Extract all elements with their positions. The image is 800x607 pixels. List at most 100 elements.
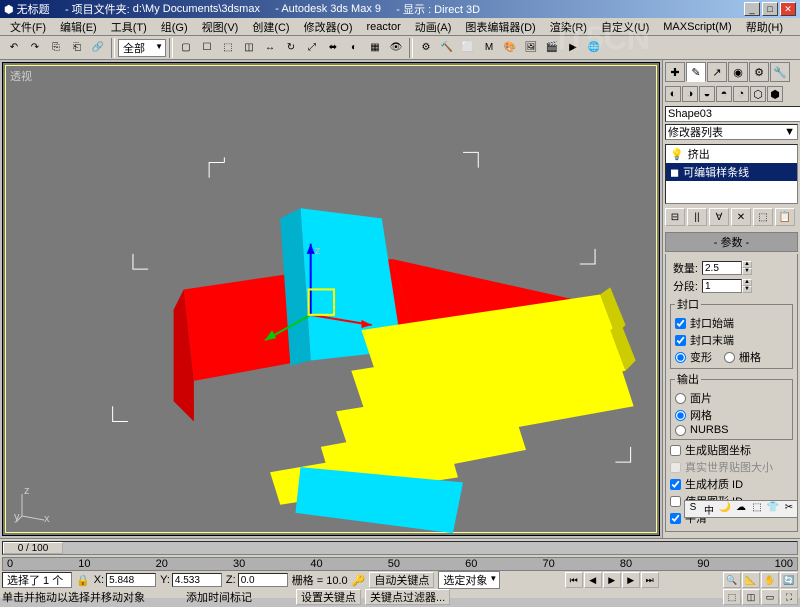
minimize-button[interactable]: _	[744, 2, 760, 16]
toolbar-button[interactable]: 🎬	[542, 38, 562, 58]
cap-end-check[interactable]	[675, 335, 686, 346]
toolbar-button[interactable]: ⬚	[218, 38, 238, 58]
toolbar-button[interactable]: 🌐	[584, 38, 604, 58]
command-subtab[interactable]: ⬡	[750, 86, 766, 102]
command-tab[interactable]: ↗	[707, 62, 727, 82]
time-slider-thumb[interactable]: 0 / 100	[3, 542, 63, 554]
menu-item[interactable]: 修改器(O)	[298, 18, 359, 36]
ime-button[interactable]: 🌙	[718, 502, 732, 516]
command-subtab[interactable]: ◐	[665, 86, 681, 102]
toolbar-button[interactable]: M	[479, 38, 499, 58]
ime-button[interactable]: ☁	[734, 502, 748, 516]
toolbar-button[interactable]: ▦	[365, 38, 385, 58]
command-tab[interactable]: ⚙	[749, 62, 769, 82]
menu-item[interactable]: 创建(C)	[246, 18, 295, 36]
toolbar-button[interactable]: ↻	[281, 38, 301, 58]
toolbar-button[interactable]: ↶	[4, 38, 24, 58]
smooth-check[interactable]	[670, 513, 681, 524]
modifier-stack-item[interactable]: ◼可编辑样条线	[666, 163, 797, 181]
lock-icon[interactable]: 🔒	[76, 574, 90, 587]
zoom-icon[interactable]: 🔍	[723, 572, 741, 588]
modifier-stack[interactable]: 💡挤出◼可编辑样条线	[665, 144, 798, 204]
viewport-scene[interactable]: z	[6, 66, 656, 543]
toolbar-button[interactable]: ◐	[344, 38, 364, 58]
menu-item[interactable]: 图表编辑器(D)	[459, 18, 541, 36]
orbit-icon[interactable]: 🔄	[780, 572, 798, 588]
prev-frame-button[interactable]: ◀	[584, 572, 602, 588]
key-filter-button[interactable]: 关键点过滤器...	[365, 589, 450, 605]
command-subtab[interactable]: ◒	[699, 86, 715, 102]
rollout-params-header[interactable]: - 参数 -	[665, 232, 798, 252]
menu-item[interactable]: 自定义(U)	[595, 18, 655, 36]
ime-button[interactable]: S	[686, 502, 700, 516]
amount-input[interactable]	[702, 261, 742, 275]
segs-spin-down[interactable]: ▼	[742, 286, 752, 293]
coord-y-input[interactable]	[172, 573, 222, 587]
toolbar-button[interactable]: ◫	[239, 38, 259, 58]
amount-spin-up[interactable]: ▲	[742, 261, 752, 268]
key-icon[interactable]: 🔑	[352, 574, 366, 587]
menu-item[interactable]: 工具(T)	[105, 18, 153, 36]
ime-button[interactable]: 👕	[766, 502, 780, 516]
command-subtab[interactable]: ◑	[682, 86, 698, 102]
menu-item[interactable]: 动画(A)	[409, 18, 458, 36]
command-tab[interactable]: 🔧	[770, 62, 790, 82]
viewport-perspective[interactable]: 透视	[2, 62, 660, 536]
maximize-button[interactable]: □	[762, 2, 778, 16]
stack-tool-button[interactable]: ⊟	[665, 208, 685, 226]
key-target-dropdown[interactable]: 选定对象	[438, 571, 500, 589]
stack-tool-button[interactable]: 📋	[775, 208, 795, 226]
menu-item[interactable]: 编辑(E)	[54, 18, 103, 36]
ime-button[interactable]: 中	[702, 502, 716, 516]
menu-item[interactable]: 视图(V)	[196, 18, 245, 36]
time-slider[interactable]: 0 / 100	[2, 541, 798, 555]
cap-start-check[interactable]	[675, 318, 686, 329]
time-ruler[interactable]: 0102030405060708090100	[2, 557, 798, 571]
gen-map-check[interactable]	[670, 445, 681, 456]
toolbar-button[interactable]: 👁	[386, 38, 406, 58]
use-shape-check[interactable]	[670, 496, 681, 507]
out-nurbs-radio[interactable]	[675, 425, 686, 436]
toolbar-button[interactable]: ⬜	[458, 38, 478, 58]
stack-tool-button[interactable]: ||	[687, 208, 707, 226]
menu-item[interactable]: MAXScript(M)	[657, 20, 737, 34]
stack-tool-button[interactable]: ⬚	[753, 208, 773, 226]
coord-z-input[interactable]	[238, 573, 288, 587]
amount-spin-down[interactable]: ▼	[742, 268, 752, 275]
command-tab[interactable]: ✚	[665, 62, 685, 82]
ime-button[interactable]: ⬚	[750, 502, 764, 516]
zoom-all-icon[interactable]: ◫	[742, 589, 760, 605]
toolbar-button[interactable]: 🔨	[437, 38, 457, 58]
region-zoom-icon[interactable]: ▭	[761, 589, 779, 605]
command-tab[interactable]: ✎	[686, 62, 706, 82]
out-patch-radio[interactable]	[675, 393, 686, 404]
toolbar-button[interactable]: ⎗	[67, 38, 87, 58]
stack-tool-button[interactable]: ∀	[709, 208, 729, 226]
toolbar-button[interactable]: 🖼	[521, 38, 541, 58]
menu-item[interactable]: 帮助(H)	[740, 18, 789, 36]
toolbar-button[interactable]: ↷	[25, 38, 45, 58]
toolbar-button[interactable]: ⎘	[46, 38, 66, 58]
toolbar-button[interactable]: ⤢	[302, 38, 322, 58]
menu-item[interactable]: 渲染(R)	[544, 18, 593, 36]
pan-icon[interactable]: ✋	[761, 572, 779, 588]
goto-start-button[interactable]: ⏮	[565, 572, 583, 588]
segs-input[interactable]	[702, 279, 742, 293]
auto-key-button[interactable]: 自动关键点	[369, 572, 434, 588]
toolbar-button[interactable]: ⚙	[416, 38, 436, 58]
close-button[interactable]: ✕	[780, 2, 796, 16]
toolbar-button[interactable]: ↔	[260, 38, 280, 58]
ime-bar[interactable]: S中🌙☁⬚👕✂	[684, 500, 798, 518]
grid-radio[interactable]	[724, 352, 735, 363]
menu-item[interactable]: 组(G)	[155, 18, 194, 36]
modifier-list-dropdown[interactable]: 修改器列表▼	[665, 124, 798, 140]
fov-icon[interactable]: 📐	[742, 572, 760, 588]
object-name-field[interactable]	[665, 106, 800, 122]
menu-item[interactable]: 文件(F)	[4, 18, 52, 36]
play-button[interactable]: ▶	[603, 572, 621, 588]
stack-tool-button[interactable]: ✕	[731, 208, 751, 226]
next-frame-button[interactable]: ▶	[622, 572, 640, 588]
toolbar-button[interactable]: ☐	[197, 38, 217, 58]
out-mesh-radio[interactable]	[675, 410, 686, 421]
toolbar-button[interactable]: 🔗	[88, 38, 108, 58]
